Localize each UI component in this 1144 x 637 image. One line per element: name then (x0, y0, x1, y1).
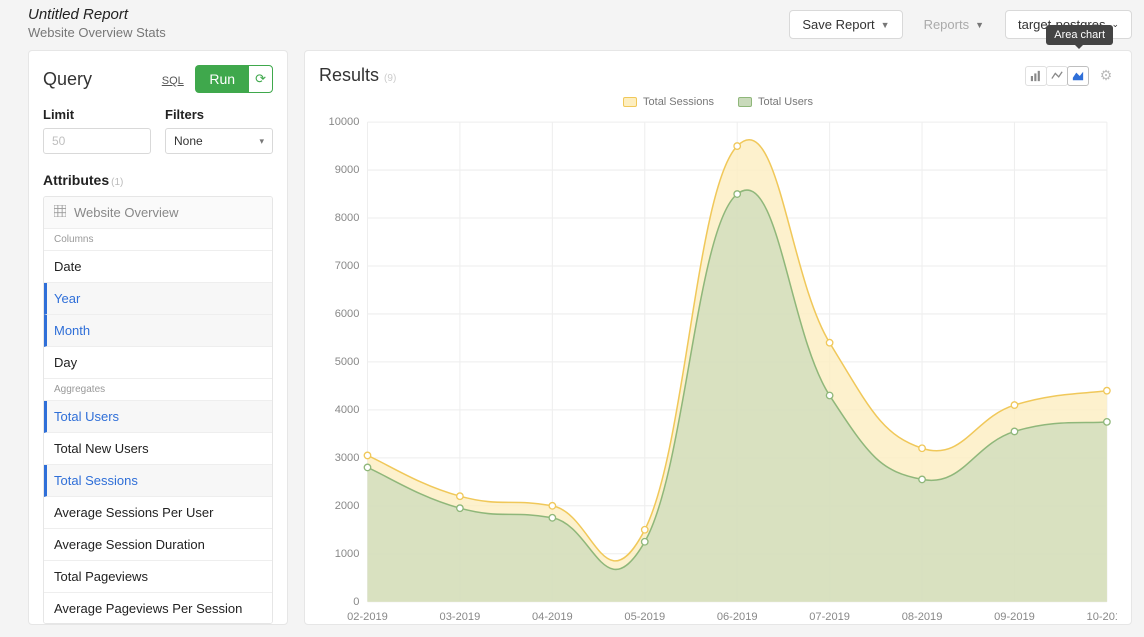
swatch-users (738, 97, 752, 107)
limit-label: Limit (43, 107, 151, 122)
page-title: Untitled Report (28, 6, 166, 23)
aggregate-item[interactable]: Average Sessions Per User (44, 497, 272, 529)
column-item[interactable]: Year (44, 283, 272, 315)
svg-text:02-2019: 02-2019 (347, 611, 388, 623)
attribute-group[interactable]: Website Overview (44, 197, 272, 229)
limit-input[interactable] (43, 128, 151, 154)
tooltip-area-chart: Area chart (1046, 25, 1113, 45)
svg-text:10-2019: 10-2019 (1087, 611, 1117, 623)
svg-text:3000: 3000 (335, 452, 360, 464)
save-report-button[interactable]: Save Report ▼ (789, 10, 902, 39)
refresh-button[interactable]: ⟳ (248, 65, 273, 93)
svg-text:08-2019: 08-2019 (902, 611, 943, 623)
svg-text:1000: 1000 (335, 548, 360, 560)
swatch-sessions (623, 97, 637, 107)
line-chart-icon (1051, 70, 1063, 82)
column-item[interactable]: Day (44, 347, 272, 379)
legend-users[interactable]: Total Users (738, 96, 813, 108)
reports-dropdown[interactable]: Reports ▼ (911, 10, 997, 39)
svg-text:05-2019: 05-2019 (624, 611, 665, 623)
caret-down-icon: ▼ (881, 20, 890, 30)
area-chart: 0 1000 2000 3000 4000 5000 6000 7000 8000 9000 100… (319, 116, 1117, 624)
table-icon (54, 205, 66, 220)
attribute-group-label: Website Overview (74, 205, 179, 220)
svg-text:06-2019: 06-2019 (717, 611, 758, 623)
chart-line-button[interactable] (1046, 66, 1068, 86)
aggregate-item[interactable]: Total Pageviews (44, 561, 272, 593)
run-button[interactable]: Run (195, 65, 249, 93)
results-title: Results (9) (319, 65, 396, 86)
svg-text:9000: 9000 (335, 164, 360, 176)
column-item[interactable]: Month (44, 315, 272, 347)
column-item[interactable]: Date (44, 251, 272, 283)
svg-text:6000: 6000 (335, 308, 360, 320)
legend-sessions[interactable]: Total Sessions (623, 96, 714, 108)
svg-text:7000: 7000 (335, 260, 360, 272)
reports-label: Reports (924, 17, 970, 32)
aggregate-item[interactable]: Average Pageviews Per Session (44, 593, 272, 624)
aggregate-item[interactable]: Average Session Duration (44, 529, 272, 561)
svg-text:03-2019: 03-2019 (440, 611, 481, 623)
chart-settings-button[interactable]: ⚙ (1095, 66, 1117, 86)
svg-text:10000: 10000 (329, 116, 360, 128)
svg-text:8000: 8000 (335, 212, 360, 224)
filters-select[interactable]: None ▾ (165, 128, 273, 154)
area-chart-icon (1072, 70, 1084, 82)
filters-label: Filters (165, 107, 273, 122)
chart-bar-button[interactable] (1025, 66, 1047, 86)
svg-text:07-2019: 07-2019 (809, 611, 850, 623)
attributes-heading: Attributes(1) (43, 172, 273, 188)
legend-users-label: Total Users (758, 96, 813, 108)
query-title: Query (43, 69, 92, 90)
refresh-icon: ⟳ (255, 71, 266, 86)
svg-text:0: 0 (353, 596, 359, 608)
results-panel: Area chart Results (9) ⚙ (304, 50, 1132, 625)
aggregate-item[interactable]: Total Sessions (44, 465, 272, 497)
svg-text:04-2019: 04-2019 (532, 611, 573, 623)
legend-sessions-label: Total Sessions (643, 96, 714, 108)
svg-text:4000: 4000 (335, 404, 360, 416)
filters-value: None (174, 134, 203, 148)
aggregates-subheading: Aggregates (44, 379, 272, 401)
sql-link[interactable]: SQL (162, 75, 184, 87)
page-subtitle: Website Overview Stats (28, 25, 166, 40)
bar-chart-icon (1030, 70, 1042, 82)
caret-down-icon: ▾ (259, 136, 264, 147)
columns-subheading: Columns (44, 229, 272, 251)
query-panel: Query SQL Run ⟳ Limit Fil (28, 50, 288, 625)
save-report-label: Save Report (802, 17, 874, 32)
chart-type-toolbar: ⚙ (1026, 66, 1117, 86)
svg-text:5000: 5000 (335, 356, 360, 368)
chart-area-button[interactable] (1067, 66, 1089, 86)
svg-text:2000: 2000 (335, 500, 360, 512)
aggregate-item[interactable]: Total New Users (44, 433, 272, 465)
svg-text:09-2019: 09-2019 (994, 611, 1035, 623)
caret-down-icon: ▼ (975, 20, 984, 30)
gear-icon: ⚙ (1100, 67, 1113, 84)
aggregate-item[interactable]: Total Users (44, 401, 272, 433)
